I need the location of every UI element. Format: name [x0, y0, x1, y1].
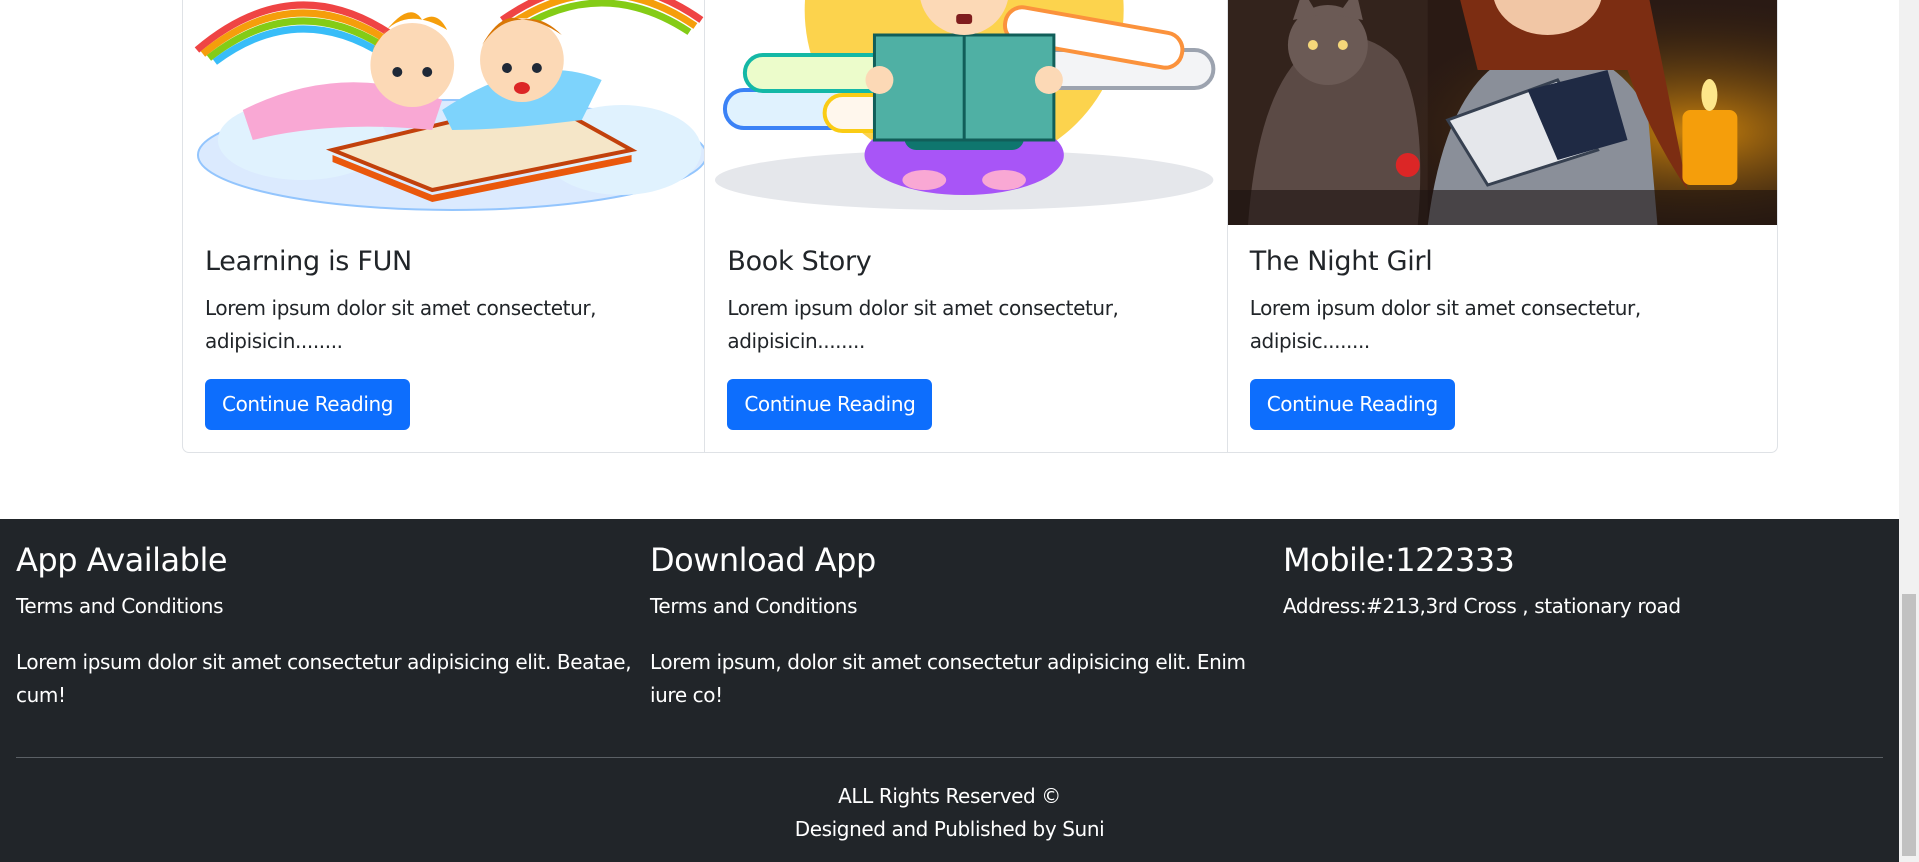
page-scrollbar[interactable]: [1899, 0, 1919, 862]
copyright-text: ALL Rights Reserved ©: [838, 784, 1061, 808]
card-text: Lorem ipsum dolor sit amet consectetur, …: [205, 296, 597, 353]
terms-link[interactable]: Terms and Conditions: [650, 594, 858, 618]
continue-reading-button[interactable]: Continue Reading: [727, 379, 933, 430]
card-learning-is-fun: Learning is FUN Lorem ipsum dolor sit am…: [183, 0, 706, 452]
scrollbar-thumb[interactable]: [1902, 594, 1916, 856]
footer-divider: [16, 757, 1883, 758]
card-text: Lorem ipsum dolor sit amet consectetur, …: [727, 296, 1119, 353]
card-image-boy-reading: [705, 0, 1227, 225]
site-footer: App Available Terms and Conditions Lorem…: [0, 519, 1899, 862]
card-image-kids-reading: [183, 0, 705, 225]
continue-reading-button[interactable]: Continue Reading: [1249, 379, 1455, 430]
footer-address: Address:#213,3rd Cross , stationary road: [1283, 594, 1681, 618]
footer-text: Lorem ipsum dolor sit amet consectetur a…: [16, 650, 632, 707]
designer-credit: Designed and Published by Suni: [794, 817, 1105, 841]
card-title: Learning is FUN: [205, 246, 412, 277]
card-the-night-girl: The Night Girl Lorem ipsum dolor sit ame…: [1227, 0, 1777, 452]
footer-heading: App Available: [16, 541, 228, 579]
card-book-story: Book Story Lorem ipsum dolor sit amet co…: [705, 0, 1228, 452]
footer-heading: Download App: [650, 541, 876, 579]
card-group: Learning is FUN Lorem ipsum dolor sit am…: [182, 0, 1778, 453]
card-image-girl-reading-by-candle: [1227, 0, 1777, 225]
footer-text: Lorem ipsum, dolor sit amet consectetur …: [650, 650, 1246, 707]
card-title: Book Story: [727, 246, 872, 277]
continue-reading-button[interactable]: Continue Reading: [205, 379, 411, 430]
card-text: Lorem ipsum dolor sit amet consectetur, …: [1249, 296, 1642, 353]
footer-mobile: Mobile:122333: [1283, 541, 1515, 579]
card-title: The Night Girl: [1249, 246, 1433, 277]
terms-link[interactable]: Terms and Conditions: [16, 594, 224, 618]
